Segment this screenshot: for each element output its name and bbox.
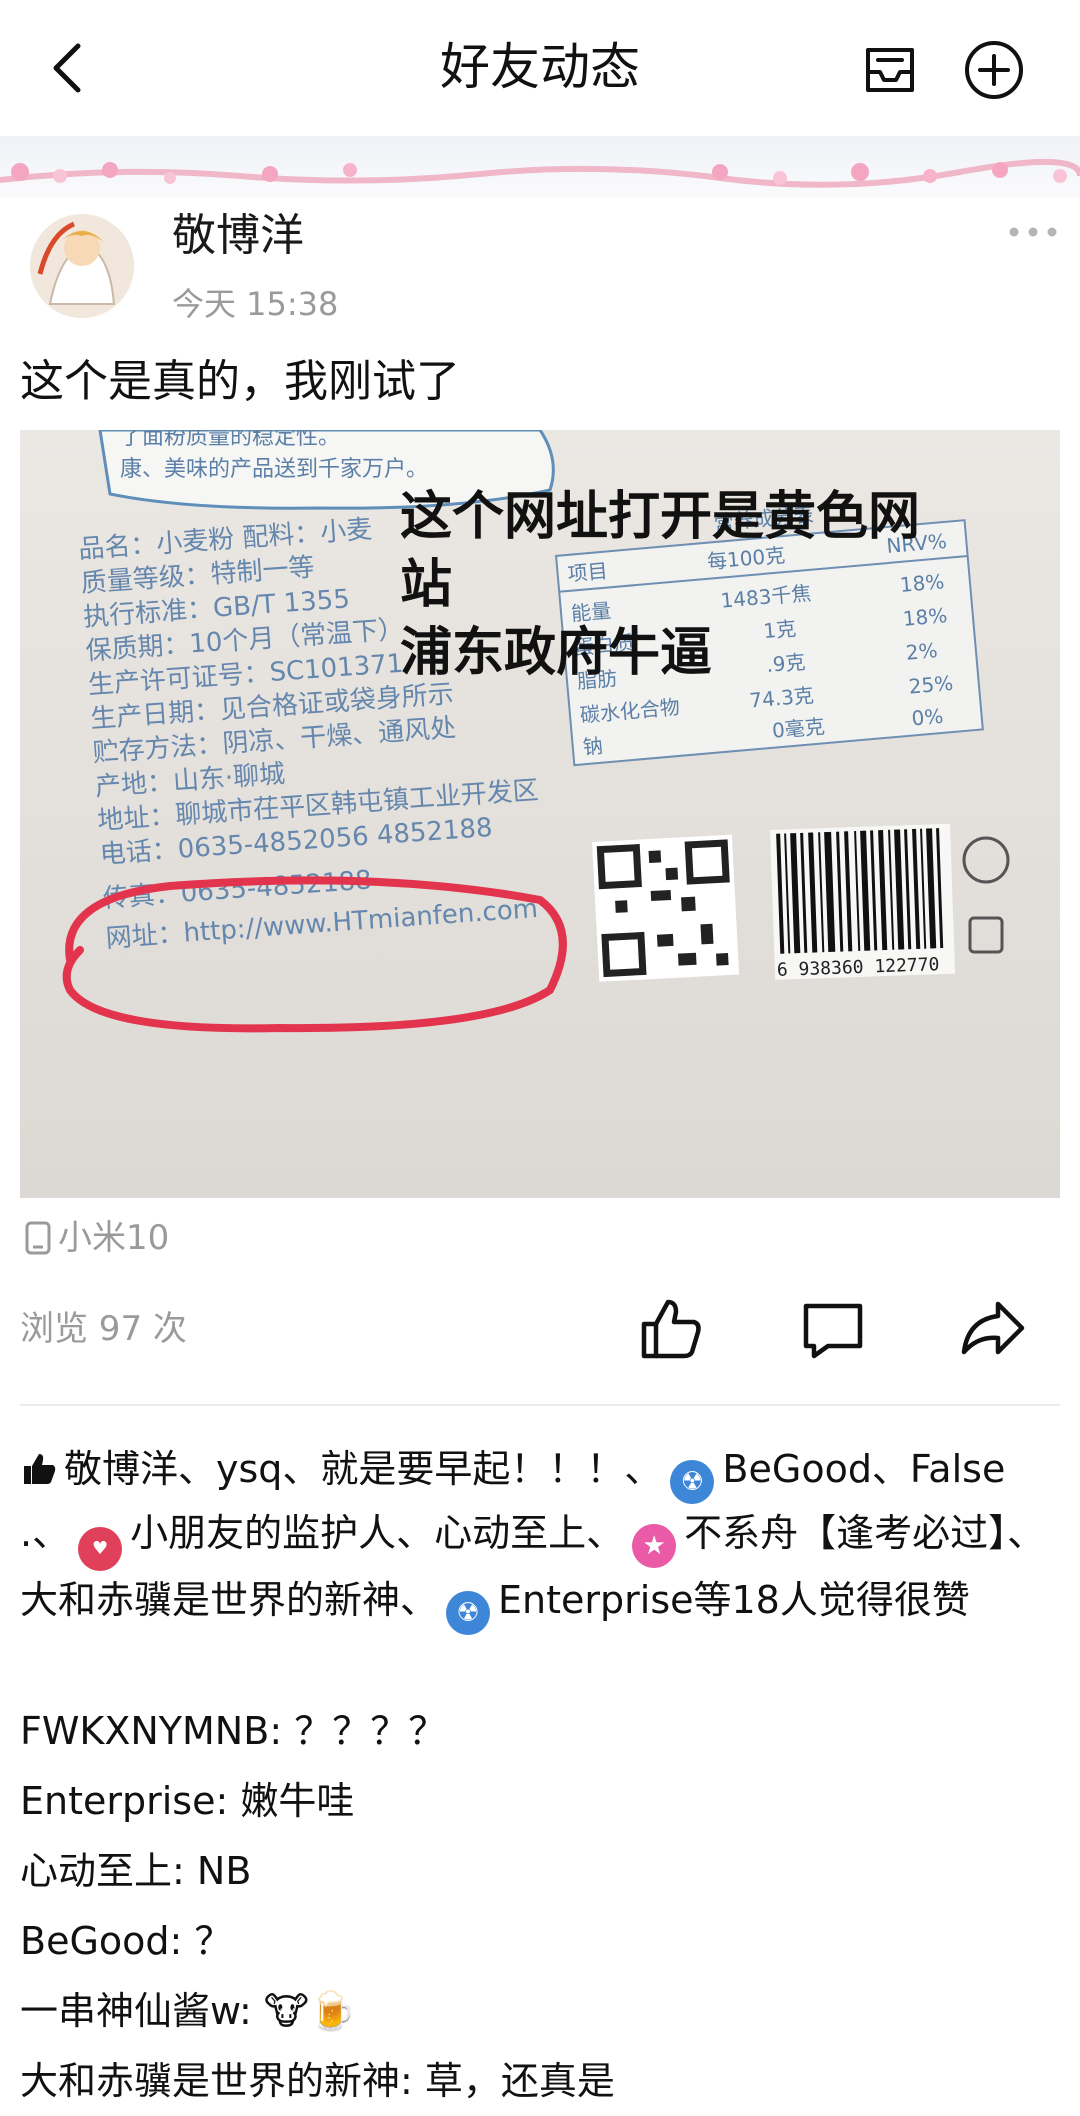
comment-text: ？？？？ (294, 1709, 447, 1753)
comment-item[interactable]: BeGood: ？ (20, 1906, 1060, 1976)
overlay-caption-2: 站 (400, 555, 452, 615)
pkg-line-1: 康、美味的产品送到千家万户。 (120, 457, 428, 482)
comment-item[interactable]: 大和赤骥是世界的新神: 草，还真是 (20, 2046, 1060, 2116)
flour-package-photo: 了面粉质量的稳定性。 康、美味的产品送到千家万户。 品名：小麦粉 配料：小麦 质… (20, 430, 1060, 1198)
post-time: 今天 15:38 (172, 285, 339, 323)
nutr-r3c2: 25% (908, 671, 954, 699)
nutr-r2c1: .9克 (765, 650, 806, 677)
nutr-r0c0: 能量 (570, 598, 612, 625)
nutr-r4c0: 钠 (582, 734, 604, 760)
nutr-r4c1: 0毫克 (771, 714, 826, 743)
comment-author[interactable]: Enterprise (20, 1779, 215, 1823)
comment-list: FWKXNYMNB: ？？？？ Enterprise: 嫩牛哇 心动至上: NB… (20, 1696, 1060, 2116)
overlay-caption-3: 浦东政府牛逼 (400, 623, 712, 683)
nutr-r2c2: 2% (905, 638, 939, 665)
more-options-icon[interactable] (1006, 222, 1060, 242)
comment-item[interactable]: 一串神仙酱w: 🐮🍺 (20, 1976, 1060, 2046)
top-bar: 好友动态 (0, 0, 1080, 136)
barcode: 6 938360 122770 (770, 823, 956, 981)
likes-text-3[interactable]: 小朋友的监护人、心动至上、 (130, 1511, 624, 1555)
view-count: 浏览 97 次 (20, 1309, 187, 1349)
comment-author[interactable]: 一串神仙酱w (20, 1989, 239, 2033)
device-info: 小米10 (24, 1216, 169, 1260)
comment-item[interactable]: 心动至上: NB (20, 1836, 1060, 1906)
comment-author[interactable]: 大和赤骥是世界的新神 (20, 2059, 400, 2103)
radiation-badge-icon: ☢ (670, 1460, 715, 1504)
likes-thumb-icon (24, 1454, 56, 1484)
love-badge-icon: ♥ (78, 1527, 123, 1571)
nutr-r0c2: 18% (899, 569, 945, 597)
radiation-badge-icon: ☢ (446, 1591, 491, 1635)
nutr-r1c2: 18% (902, 603, 948, 631)
comment-text: NB (196, 1849, 252, 1893)
comment-author[interactable]: BeGood (20, 1919, 170, 1963)
nutr-r4c2: 0% (911, 704, 945, 731)
qr-code (592, 834, 740, 982)
comment-text: 草，还真是 (424, 2059, 615, 2103)
comment-text: 嫩牛哇 (240, 1779, 355, 1823)
likes-text-5[interactable]: Enterprise等18人觉得很赞 (498, 1578, 970, 1622)
pkg-line-0: 了面粉质量的稳定性。 (120, 430, 340, 450)
comment-text: ？ (194, 1919, 233, 1963)
post-text: 这个是真的，我刚试了 (20, 356, 460, 407)
star-badge-icon: ★ (632, 1524, 677, 1568)
phone-icon (25, 1221, 51, 1255)
comment-author[interactable]: 心动至上 (20, 1849, 172, 1893)
overlay-caption-1: 这个网址打开是黄色网 (400, 487, 920, 547)
nutr-r1c1: 1克 (762, 616, 797, 643)
comment-item[interactable]: FWKXNYMNB: ？？？？ (20, 1696, 1060, 1766)
comment-author[interactable]: FWKXNYMNB (20, 1709, 269, 1753)
comment-text: 🐮🍺 (263, 1989, 357, 2033)
plus-circle-icon[interactable] (962, 38, 1026, 102)
post-author[interactable]: 敬博洋 (172, 208, 304, 264)
likes-list: 敬博洋、ysq、就是要早起！！！、 ☢ BeGood、False .、 ♥ 小朋友的监护… (20, 1440, 1060, 1635)
post-photo[interactable]: 了面粉质量的稳定性。 康、美味的产品送到千家万户。 品名：小麦粉 配料：小麦 质… (20, 430, 1060, 1198)
share-icon[interactable] (958, 1294, 1028, 1364)
inbox-icon[interactable] (858, 40, 922, 100)
likes-text-1[interactable]: 敬博洋、ysq、就是要早起！！！、 (64, 1447, 662, 1491)
comment-item[interactable]: Enterprise: 嫩牛哇 (20, 1766, 1060, 1836)
divider (20, 1404, 1060, 1406)
comment-icon[interactable] (798, 1294, 868, 1364)
petal-decoration (0, 159, 1080, 188)
device-name: 小米10 (58, 1218, 170, 1258)
thumbs-up-icon[interactable] (636, 1294, 706, 1364)
header-decoration (0, 136, 1080, 198)
nutrition-h0: 项目 (567, 559, 609, 586)
avatar[interactable] (30, 214, 134, 318)
